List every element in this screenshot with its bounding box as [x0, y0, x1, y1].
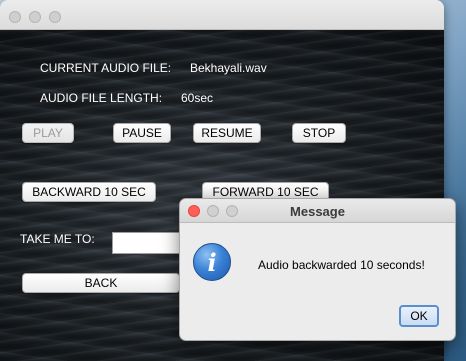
message-dialog: Message i Audio backwarded 10 seconds! O… — [179, 198, 456, 341]
dialog-titlebar: Message — [180, 199, 455, 223]
resume-button[interactable]: RESUME — [193, 123, 261, 143]
back-button[interactable]: BACK — [22, 273, 180, 293]
backward-10-sec-button[interactable]: BACKWARD 10 SEC — [22, 182, 156, 202]
minimize-window-button[interactable] — [29, 11, 41, 23]
dialog-title: Message — [290, 204, 345, 219]
pause-button[interactable]: PAUSE — [113, 123, 171, 143]
play-button[interactable]: PLAY — [22, 123, 74, 143]
ok-button[interactable]: OK — [399, 305, 439, 327]
current-file-value: Bekhayali.wav — [190, 61, 267, 75]
file-length-value: 60sec — [181, 91, 214, 105]
take-me-to-input[interactable] — [112, 232, 182, 254]
zoom-window-button[interactable] — [49, 11, 61, 23]
main-titlebar — [0, 0, 444, 30]
info-icon: i — [193, 243, 231, 281]
close-window-button[interactable] — [9, 11, 21, 23]
dialog-message: Audio backwarded 10 seconds! — [258, 258, 425, 272]
stop-button[interactable]: STOP — [292, 123, 346, 143]
file-length-label: AUDIO FILE LENGTH: — [40, 91, 163, 105]
take-me-to-label: TAKE ME TO: — [20, 232, 95, 246]
current-file-label: CURRENT AUDIO FILE: — [40, 61, 172, 75]
